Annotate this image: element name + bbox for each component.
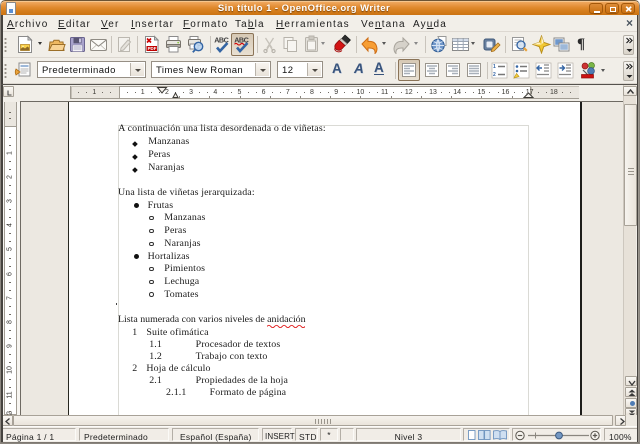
svg-text:PDF: PDF bbox=[148, 46, 157, 51]
svg-text:1: 1 bbox=[493, 64, 496, 70]
svg-text:2: 2 bbox=[493, 72, 496, 78]
